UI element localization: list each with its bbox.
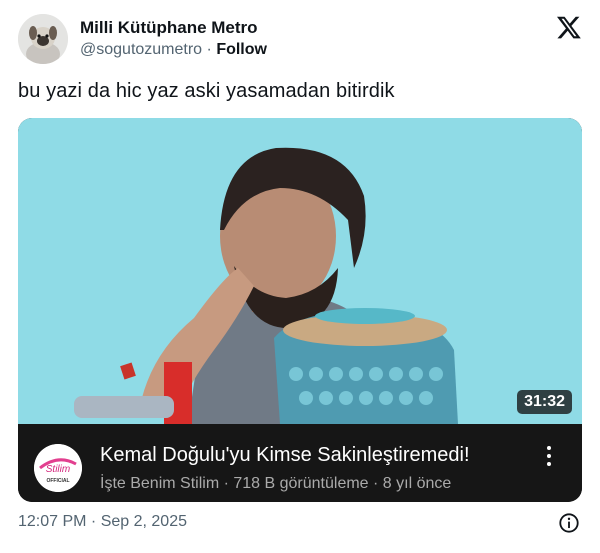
author-handle[interactable]: @sogutozumetro [80,41,202,58]
handle-separator: · [206,41,212,58]
meta-separator: · [219,475,234,492]
video-thumbnail[interactable] [18,118,582,424]
follow-button[interactable]: Follow [216,41,267,58]
kebab-menu-icon[interactable] [544,444,554,468]
video-channel-name[interactable]: İşte Benim Stilim [100,475,219,492]
video-title[interactable]: Kemal Doğulu'yu Kimse Sakinleştiremedi! [100,444,470,467]
dog-avatar-image [18,14,68,64]
video-card[interactable]: 31:32 Stilim OFFICIAL Kemal Doğulu'yu Ki… [18,118,582,502]
author-handle-row: @sogutozumetro · Follow [80,41,267,59]
x-logo-icon[interactable] [556,14,582,40]
meta-separator: · [368,475,383,492]
channel-logo[interactable]: Stilim OFFICIAL [34,444,82,492]
author-avatar[interactable] [18,14,68,64]
author-display-name[interactable]: Milli Kütüphane Metro [80,18,258,38]
channel-logo-subtext: OFFICIAL [46,478,69,484]
channel-logo-text: Stilim [46,464,70,475]
video-age: 8 yıl önce [382,475,452,492]
channel-logo-image: Stilim OFFICIAL [34,444,82,492]
tweet-timestamp[interactable]: 12:07 PM · Sep 2, 2025 [18,513,187,531]
info-icon[interactable] [558,512,580,534]
video-info-bar: Stilim OFFICIAL Kemal Doğulu'yu Kimse Sa… [18,424,582,502]
tweet-text: bu yazi da hic yaz aski yasamadan bitird… [18,80,395,102]
video-duration-badge: 31:32 [517,390,572,414]
video-views: 718 B görüntüleme [233,475,369,492]
video-meta: İşte Benim Stilim · 718 B görüntüleme · … [100,475,451,493]
